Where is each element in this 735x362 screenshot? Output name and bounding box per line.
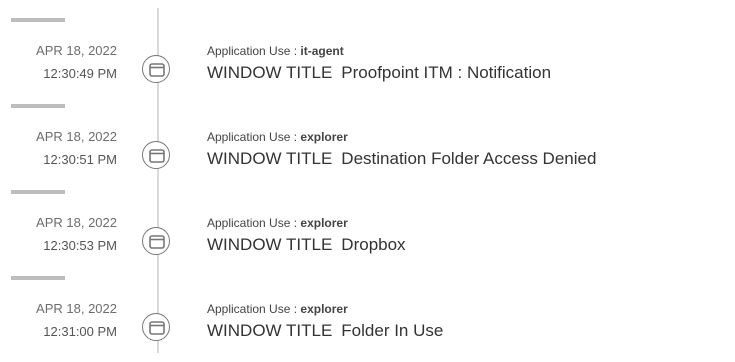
application-use-label: Application Use : [207, 216, 298, 230]
window-title-value: Folder In Use [341, 321, 444, 340]
timeline-entry[interactable]: APR 18, 2022 12:30:51 PM Application Use… [0, 104, 735, 190]
window-title: WINDOW TITLE Proofpoint ITM : Notificatio… [207, 63, 551, 83]
application-name: explorer [300, 302, 348, 316]
application-use: Application Use : explorer [207, 216, 348, 230]
application-name: explorer [300, 216, 348, 230]
application-use-label: Application Use : [207, 44, 298, 58]
separator-bar [11, 276, 65, 280]
separator-bar [11, 190, 65, 194]
entry-time: 12:30:49 PM [43, 66, 117, 81]
timeline-entry[interactable]: APR 18, 2022 12:31:00 PM Application Use… [0, 276, 735, 362]
window-title-value: Proofpoint ITM : Notification [341, 63, 552, 82]
application-name: it-agent [300, 44, 344, 58]
window-icon [142, 313, 170, 341]
window-icon [142, 141, 170, 169]
window-icon [142, 227, 170, 255]
application-use: Application Use : explorer [207, 302, 348, 316]
application-name: explorer [300, 130, 348, 144]
window-title-label: WINDOW TITLE [207, 235, 333, 254]
entry-date: APR 18, 2022 [36, 129, 117, 144]
entry-time: 12:30:51 PM [43, 152, 117, 167]
timeline-entry[interactable]: APR 18, 2022 12:30:53 PM Application Use… [0, 190, 735, 276]
window-icon [142, 55, 170, 83]
window-title-label: WINDOW TITLE [207, 63, 333, 82]
window-title-label: WINDOW TITLE [207, 321, 333, 340]
window-title: WINDOW TITLE Destination Folder Access De… [207, 149, 596, 169]
window-title-value: Destination Folder Access Denied [341, 149, 597, 168]
application-use: Application Use : it-agent [207, 44, 344, 58]
timeline-entry[interactable]: APR 18, 2022 12:30:49 PM Application Use… [0, 18, 735, 104]
entry-date: APR 18, 2022 [36, 301, 117, 316]
entry-time: 12:30:53 PM [43, 238, 117, 253]
separator-bar [11, 104, 65, 108]
window-title: WINDOW TITLE Dropbox [207, 235, 406, 255]
entry-time: 12:31:00 PM [43, 324, 117, 339]
application-use-label: Application Use : [207, 302, 298, 316]
application-use: Application Use : explorer [207, 130, 348, 144]
window-title-label: WINDOW TITLE [207, 149, 333, 168]
activity-timeline: APR 18, 2022 12:30:49 PM Application Use… [0, 0, 735, 353]
application-use-label: Application Use : [207, 130, 298, 144]
entry-date: APR 18, 2022 [36, 215, 117, 230]
window-title-value: Dropbox [341, 235, 406, 254]
separator-bar [11, 18, 65, 22]
window-title: WINDOW TITLE Folder In Use [207, 321, 443, 341]
entry-date: APR 18, 2022 [36, 43, 117, 58]
